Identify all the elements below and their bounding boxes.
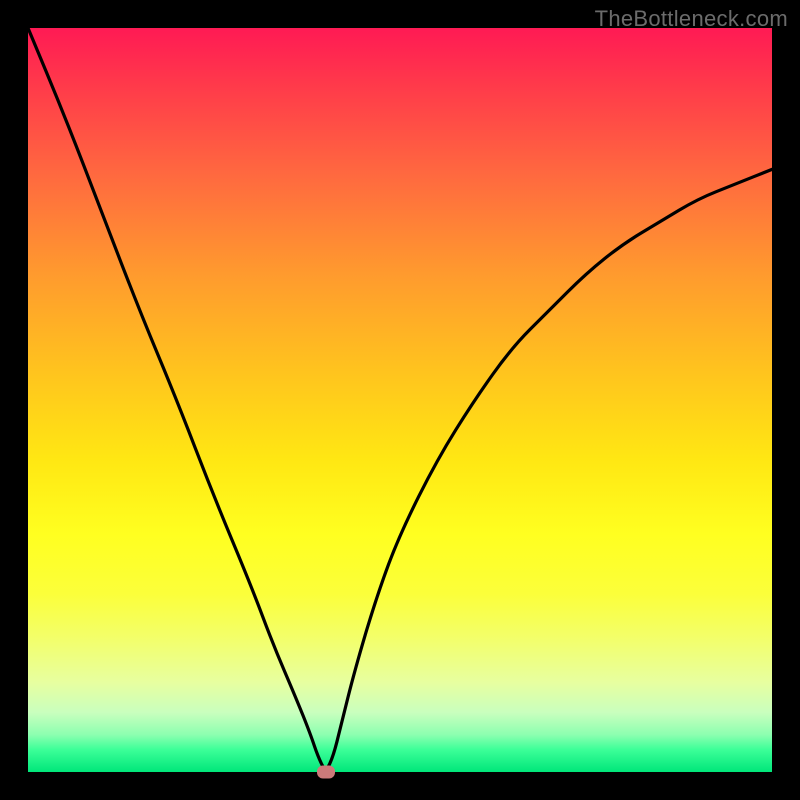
minimum-marker	[317, 766, 335, 779]
chart-frame: TheBottleneck.com	[0, 0, 800, 800]
plot-area	[28, 28, 772, 772]
bottleneck-curve	[28, 28, 772, 768]
curve-layer	[28, 28, 772, 772]
